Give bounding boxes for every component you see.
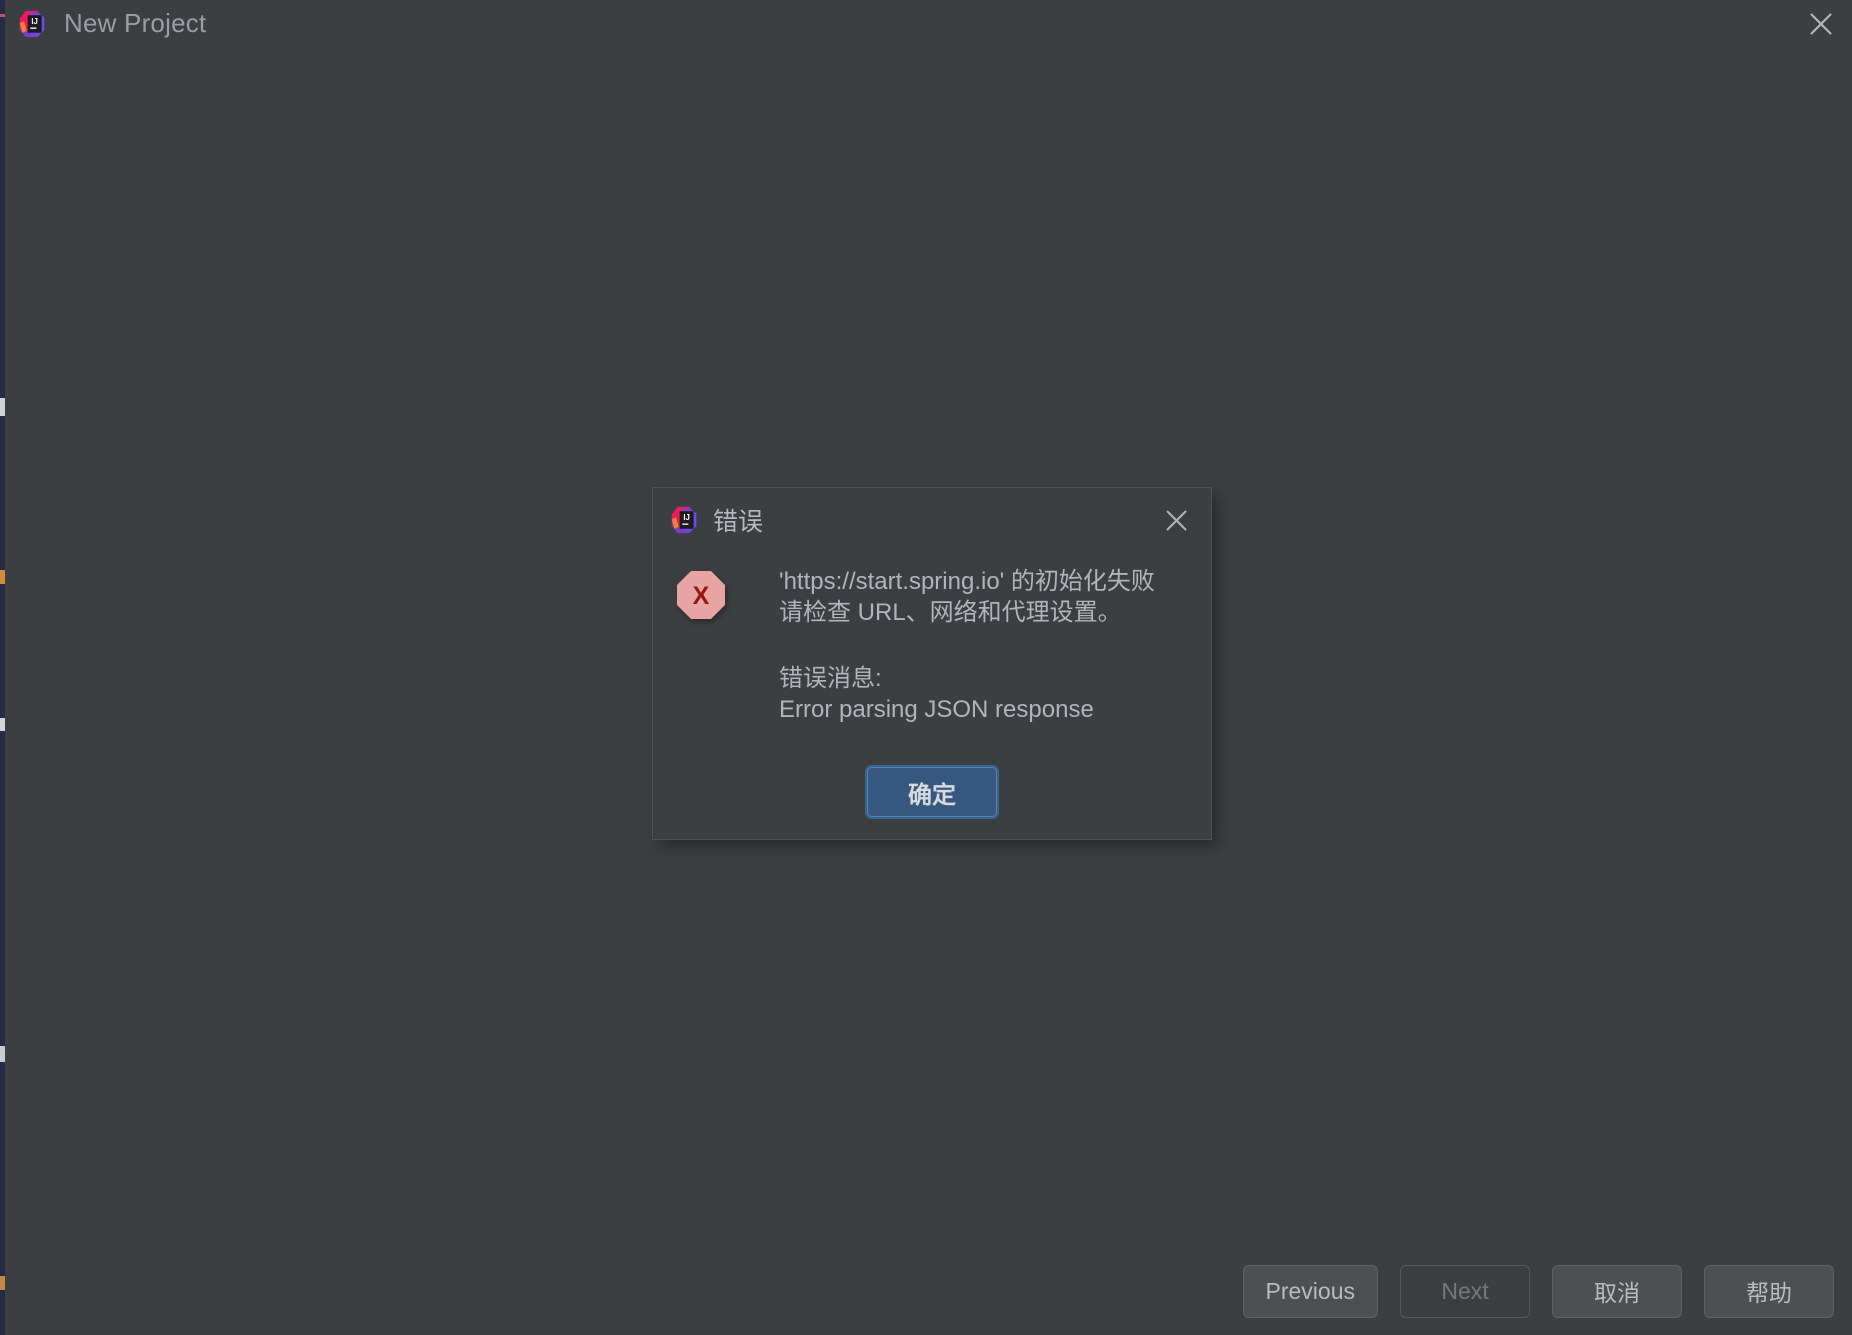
window-titlebar: IJ New Project	[5, 0, 1852, 47]
background-window-edge-strip	[0, 0, 5, 1335]
cancel-button[interactable]: 取消	[1552, 1264, 1682, 1318]
intellij-idea-icon: IJ	[18, 10, 46, 38]
edge-artifact	[0, 718, 5, 731]
svg-text:IJ: IJ	[683, 513, 690, 522]
error-message-line-1: 'https://start.spring.io' 的初始化失败	[779, 568, 1155, 595]
error-octagon-icon: X	[675, 564, 731, 745]
error-dialog-title: 错误	[713, 508, 764, 536]
new-project-window: IJ New Project Previous Next 取消 帮助 IJ 错误…	[0, 0, 1852, 1335]
edge-artifact	[0, 570, 5, 584]
error-detail-value: Error parsing JSON response	[779, 696, 1094, 724]
svg-text:IJ: IJ	[31, 17, 38, 26]
next-button[interactable]: Next	[1400, 1264, 1530, 1318]
intellij-idea-icon: IJ	[670, 506, 698, 534]
error-dialog: IJ 错误 X 'https://start.spring.io' 的初始化失败…	[652, 487, 1212, 840]
error-message-block: 'https://start.spring.io' 的初始化失败 请检查 URL…	[731, 564, 1187, 745]
window-title: New Project	[64, 8, 207, 38]
error-dialog-footer: 确定	[653, 745, 1211, 839]
edge-artifact	[0, 398, 5, 416]
close-icon[interactable]	[1147, 491, 1205, 549]
error-dialog-body: X 'https://start.spring.io' 的初始化失败 请检查 U…	[653, 552, 1211, 745]
previous-button[interactable]: Previous	[1242, 1264, 1378, 1318]
wizard-button-bar: Previous Next 取消 帮助	[5, 1247, 1852, 1335]
close-icon[interactable]	[1790, 0, 1852, 47]
svg-text:X: X	[693, 582, 710, 610]
error-dialog-header: IJ 错误	[653, 488, 1211, 552]
error-message-line-2: 请检查 URL、网络和代理设置。	[779, 599, 1122, 627]
error-detail-label: 错误消息:	[779, 664, 882, 692]
help-button[interactable]: 帮助	[1704, 1264, 1834, 1318]
edge-artifact	[0, 1046, 5, 1062]
ok-button[interactable]: 确定	[867, 767, 997, 817]
